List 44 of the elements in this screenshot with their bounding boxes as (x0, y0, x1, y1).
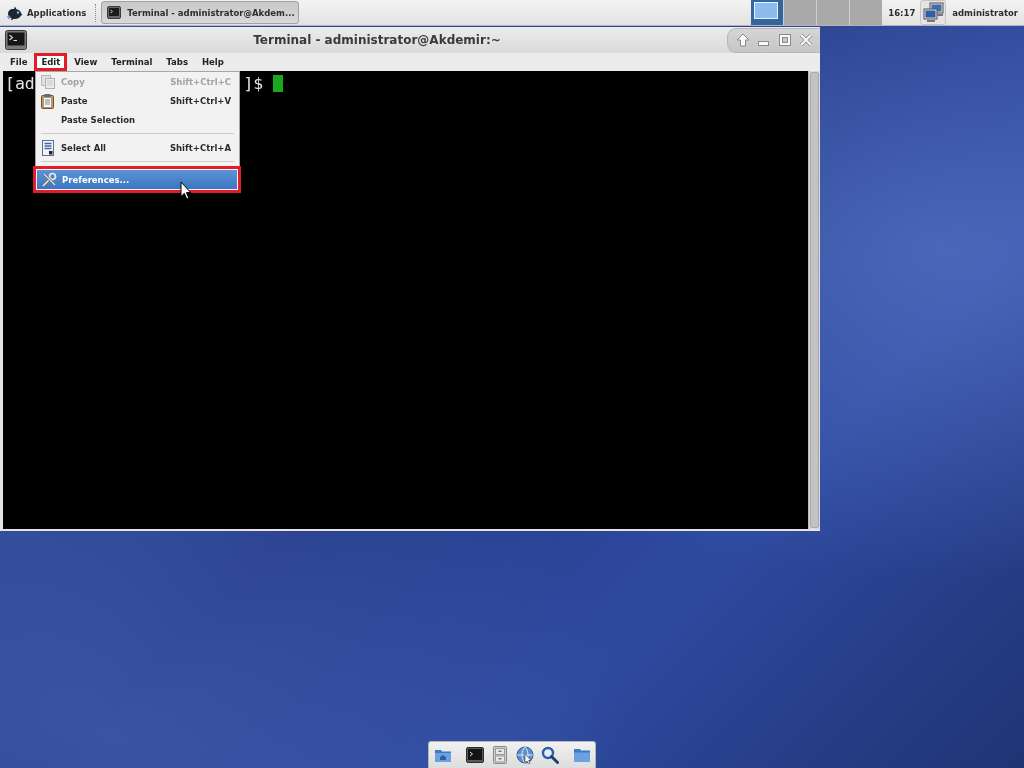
keyboard-shortcut: Shift+Ctrl+C (170, 76, 231, 87)
text-cursor-icon (273, 75, 284, 92)
window-title: Terminal - administrator@Akdemir:~ (252, 33, 502, 47)
keyboard-shortcut: Shift+Ctrl+A (169, 142, 231, 153)
terminal-text: [ad (5, 74, 35, 93)
tools-icon (41, 171, 57, 188)
terminal-icon[interactable] (466, 746, 484, 764)
menu-item[interactable]: Select All Shift+Ctrl+A (36, 138, 239, 157)
close-button[interactable] (798, 33, 813, 47)
taskbar-window-button[interactable]: Terminal - administrator@Akdem... (101, 1, 300, 24)
applications-menu-button[interactable]: Applications (5, 1, 89, 24)
search-icon[interactable] (541, 746, 559, 764)
keyboard-shortcut: Shift+Ctrl+V (169, 95, 231, 106)
menu-item[interactable]: Preferences... (37, 170, 237, 189)
document-icon (40, 139, 56, 156)
menu-bar-item[interactable]: View (70, 56, 102, 68)
menu-item[interactable]: Paste Shift+Ctrl+V (36, 91, 239, 110)
folder-icon[interactable] (573, 746, 591, 764)
file-cabinet-icon[interactable] (491, 746, 509, 764)
up-arrow-icon (735, 33, 750, 47)
minimize-icon (758, 41, 769, 46)
user-menu-button[interactable]: administrator (952, 7, 1018, 18)
mouse-pointer-icon (180, 181, 192, 200)
menu-item[interactable]: Paste Selection (36, 110, 239, 129)
clock-label: 16:17 (888, 7, 916, 18)
menu-bar-item[interactable]: File (6, 56, 32, 68)
menu-bar-item[interactable]: Help (197, 56, 228, 68)
copy-icon (40, 73, 56, 90)
workspace-button[interactable] (751, 0, 784, 25)
terminal-icon (107, 6, 122, 19)
mouse-icon (7, 4, 23, 21)
network-icon[interactable] (920, 0, 947, 25)
terminal-icon (5, 30, 27, 50)
terminal-text: ]$ (243, 74, 264, 93)
menu-bar-item[interactable]: Terminal (107, 56, 157, 68)
close-icon (798, 33, 813, 47)
maximize-icon (777, 33, 792, 47)
clipboard-icon (40, 92, 56, 109)
keep-above-button[interactable] (735, 33, 750, 47)
menu-bar-item[interactable]: Edit (37, 56, 65, 68)
maximize-button[interactable] (777, 33, 792, 47)
globe-icon[interactable] (516, 746, 534, 764)
window-thumbnail-icon (754, 2, 779, 19)
menu-bar-item[interactable]: Tabs (162, 56, 192, 68)
